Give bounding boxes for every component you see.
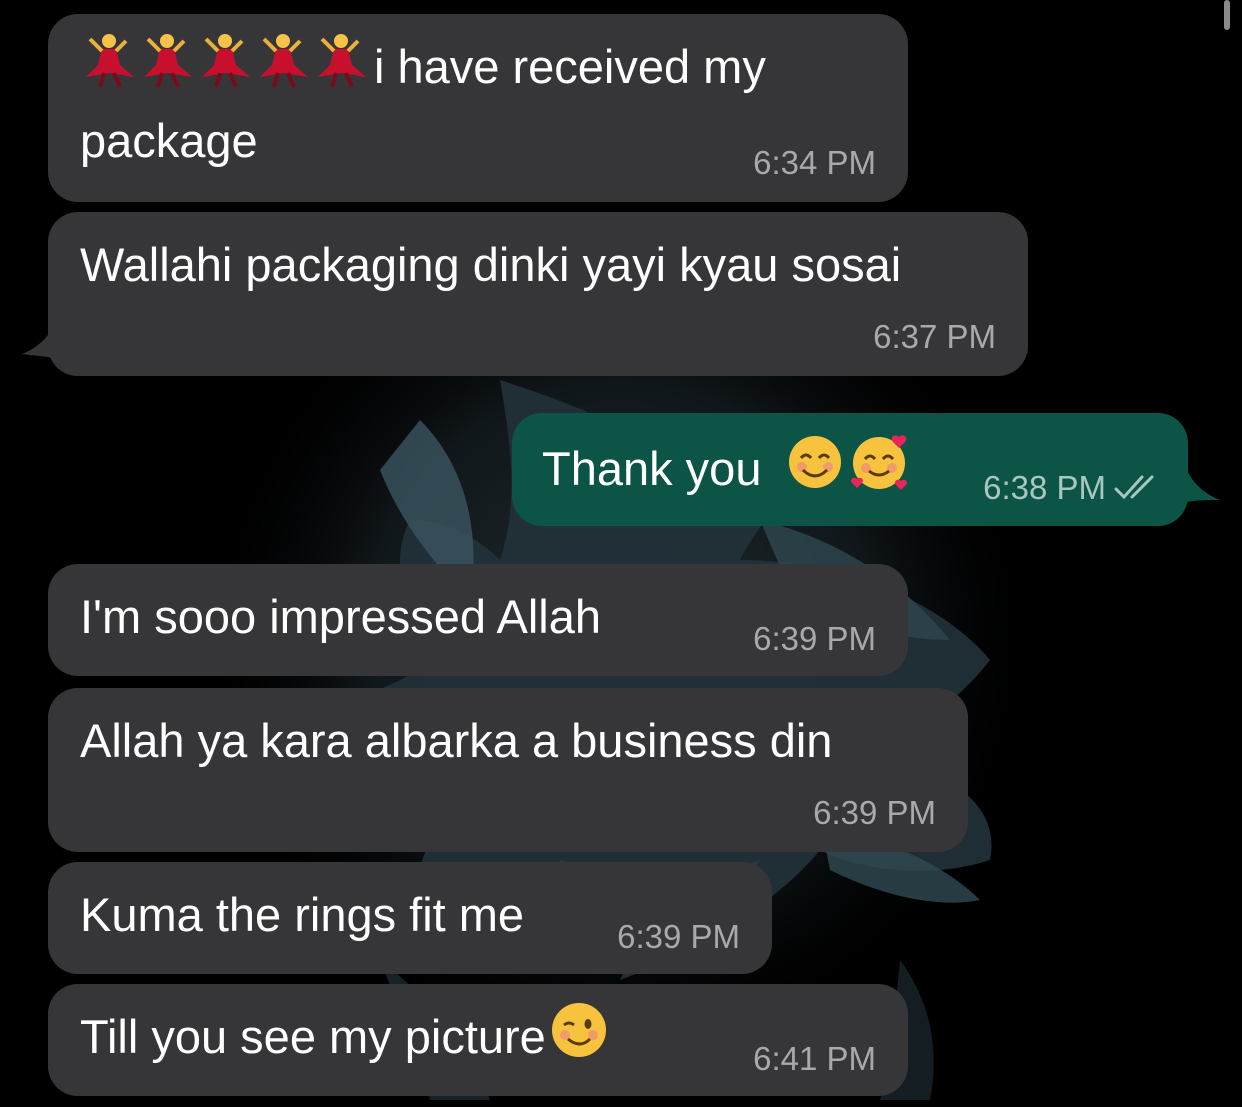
message-text: i have received my [80,30,766,110]
woman-dancing-emoji [138,31,196,110]
woman-dancing-emoji [196,31,254,110]
message-text-content: Till you see my picture [80,1010,546,1063]
message-timestamp: 6:34 PM [753,144,876,181]
woman-dancing-emoji [312,31,370,110]
message-timestamp: 6:39 PM [753,620,876,657]
scroll-indicator[interactable] [1224,0,1230,30]
incoming-message-bubble[interactable]: Till you see my picture 6:41 PM [48,984,908,1096]
message-text-line: package [80,114,258,167]
message-timestamp: 6:37 PM [873,318,996,355]
message-text: Kuma the rings fit me [80,888,525,941]
outgoing-message-bubble[interactable]: Thank you 6:38 PM [512,413,1188,526]
incoming-message-bubble[interactable]: Kuma the rings fit me 6:39 PM [48,862,772,974]
double-check-read-icon [1114,475,1154,500]
message-text: Allah ya kara albarka a business din [80,714,833,767]
incoming-message-bubble[interactable]: I'm sooo impressed Allah 6:39 PM [48,564,908,676]
message-text: I'm sooo impressed Allah [80,590,601,643]
smiling-face-with-hearts-emoji [849,431,911,514]
message-text-content: Thank you [542,441,762,495]
message-timestamp: 6:39 PM [617,918,740,955]
incoming-message-bubble[interactable]: Allah ya kara albarka a business din 6:3… [48,688,968,852]
message-text: Thank you [542,431,911,514]
message-timestamp: 6:41 PM [753,1040,876,1077]
incoming-message-bubble[interactable]: i have received my package 6:34 PM [48,14,908,202]
winking-face-emoji [550,1001,608,1080]
message-timestamp: 6:39 PM [813,794,936,831]
message-text: Till you see my picture [80,1000,608,1080]
message-text-line: i have received my [374,40,766,93]
message-timestamp: 6:38 PM [983,469,1106,506]
woman-dancing-emoji [80,31,138,110]
message-text: Wallahi packaging dinki yayi kyau sosai [80,238,902,291]
woman-dancing-emoji [254,31,312,110]
smiling-face-with-smiling-eyes-emoji [787,434,843,511]
incoming-message-bubble[interactable]: Wallahi packaging dinki yayi kyau sosai … [48,212,1028,376]
